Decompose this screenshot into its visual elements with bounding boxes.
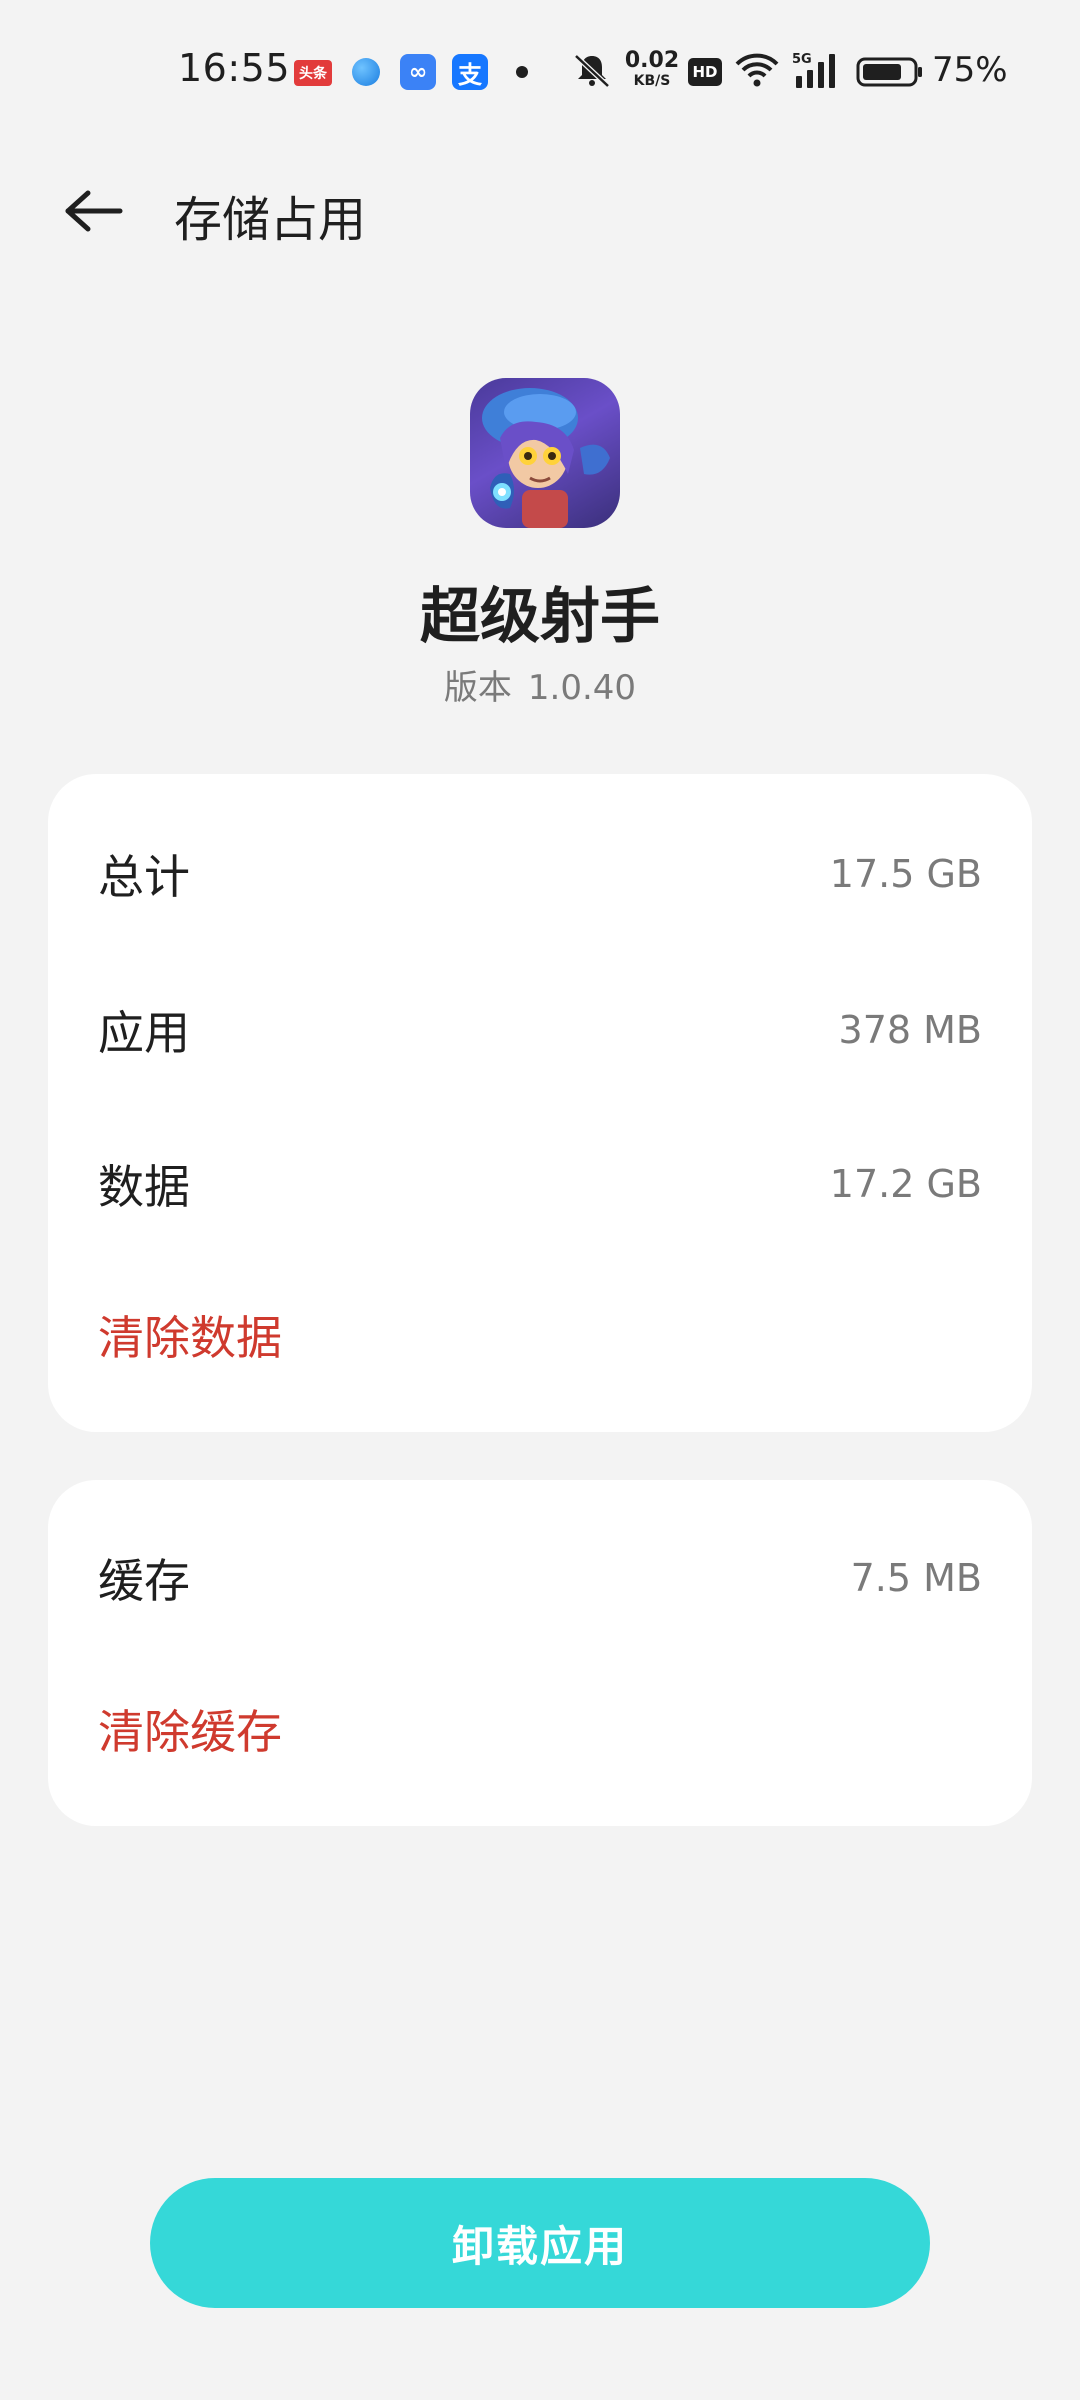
back-arrow-icon [65,190,123,232]
app-version: 版本 1.0.40 [0,660,1080,709]
storage-card: 总计 17.5 GB 应用 378 MB 数据 17.2 GB 清除数据 [48,774,1032,1432]
back-button[interactable] [52,176,136,246]
status-bar: 16:55 头条 ∞ 支 0.02 KB/S HD 5G 75% [0,0,1080,140]
battery-percent: 75% [932,50,1008,90]
storage-row-value: 17.5 GB [829,852,982,896]
network-speed-value: 0.02 [624,48,680,73]
toutiao-notification-icon: 头条 [294,60,332,86]
clear-data-button[interactable]: 清除数据 [98,1302,282,1368]
wifi-icon [735,53,779,87]
network-speed: 0.02 KB/S [624,48,680,89]
storage-row-value: 378 MB [838,1008,982,1052]
storage-row-label: 应用 [98,1006,190,1060]
storage-row-total: 总计 17.5 GB [98,834,982,914]
page-title: 存储占用 [174,192,367,248]
uninstall-button[interactable]: 卸载应用 [150,2178,930,2308]
app-name: 超级射手 [420,582,660,652]
game-character-icon [482,388,610,528]
cellular-signal-icon: 5G [792,52,835,88]
blue-app-notification-icon [352,58,380,86]
cache-label: 缓存 [98,1554,190,1608]
mute-bell-icon [574,54,610,88]
storage-row-label: 数据 [98,1160,190,1214]
storage-row-app: 应用 378 MB [98,990,982,1070]
app-version-label: 版本 [443,668,512,708]
signal-5g-label: 5G [792,52,812,67]
toutiao-label: 头条 [299,66,327,82]
alipay-notification-icon: 支 [452,54,488,90]
network-speed-unit: KB/S [633,73,671,89]
storage-row-label: 总计 [98,850,190,904]
more-notifications-dot-icon [516,66,528,78]
alipay-glyph: 支 [458,60,482,89]
battery-icon [856,57,922,87]
app-version-number: 1.0.40 [527,668,637,708]
hd-label: HD [692,63,718,81]
storage-row-data: 数据 17.2 GB [98,1144,982,1224]
clear-cache-button[interactable]: 清除缓存 [98,1696,282,1762]
baidu-netdisk-notification-icon: ∞ [400,54,436,90]
hd-voice-icon: HD [688,58,722,86]
status-time: 16:55 [178,46,291,90]
cache-card: 缓存 7.5 MB 清除缓存 [48,1480,1032,1826]
storage-row-value: 17.2 GB [829,1162,982,1206]
cache-row: 缓存 7.5 MB [98,1538,982,1618]
app-icon [470,378,620,528]
cache-value: 7.5 MB [850,1556,982,1600]
baidu-glyph: ∞ [408,59,428,85]
